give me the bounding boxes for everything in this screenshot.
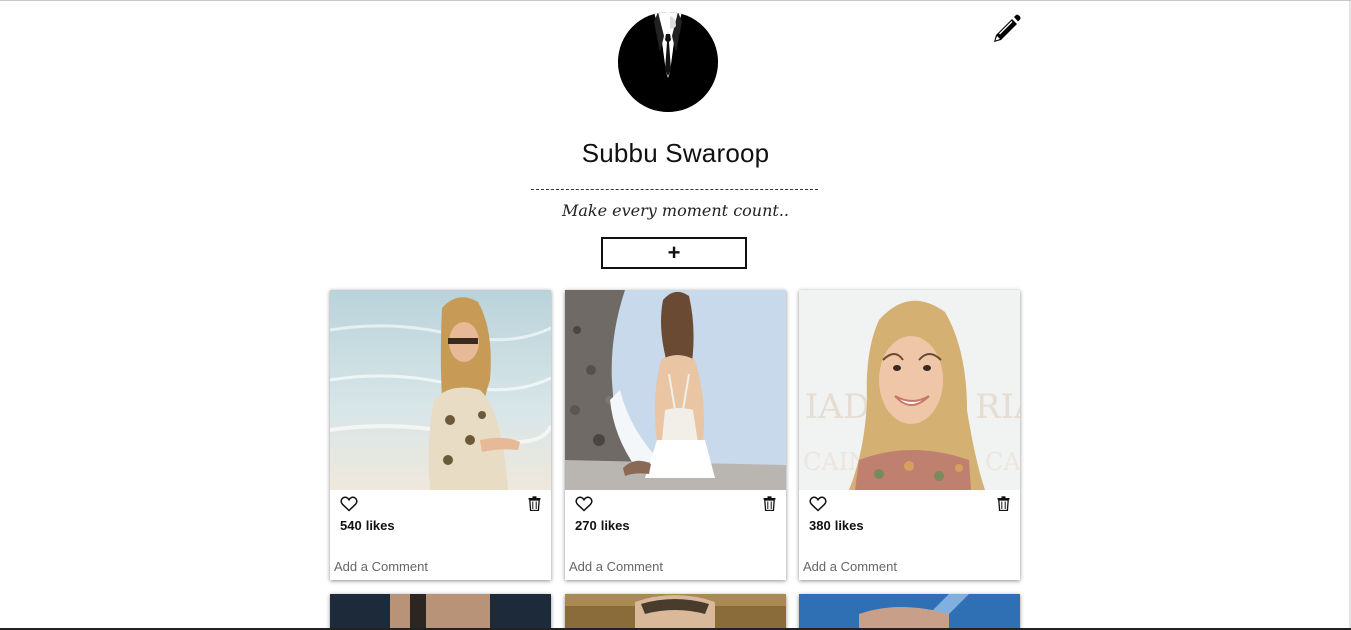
post-card-partial[interactable] — [565, 594, 786, 630]
comment-input[interactable] — [803, 556, 1013, 576]
delete-post-button[interactable] — [997, 496, 1010, 512]
profile-avatar — [618, 12, 718, 112]
delete-post-button[interactable] — [763, 496, 776, 512]
svg-text:CA: CA — [985, 448, 1020, 476]
plus-icon: + — [667, 240, 681, 265]
profile-bio: Make every moment count.. — [562, 201, 789, 220]
post-photo[interactable] — [330, 290, 551, 490]
post-card-partial[interactable] — [330, 594, 551, 630]
heart-icon — [809, 496, 827, 512]
comment-input[interactable] — [569, 556, 779, 576]
post-card: 540 likes — [330, 290, 551, 580]
heart-icon — [575, 496, 593, 512]
add-post-button[interactable]: + — [601, 237, 747, 269]
edit-profile-button[interactable] — [990, 11, 1024, 45]
delete-post-button[interactable] — [528, 496, 541, 512]
like-button[interactable] — [340, 496, 358, 512]
like-button[interactable] — [575, 496, 593, 512]
divider — [531, 189, 818, 190]
post-photo[interactable] — [565, 290, 786, 490]
pencil-icon — [994, 14, 1021, 42]
like-button[interactable] — [809, 496, 827, 512]
post-photo[interactable]: IAD RIA CAIN CA — [799, 290, 1020, 490]
heart-icon — [340, 496, 358, 512]
post-card: IAD RIA CAIN CA — [799, 290, 1020, 580]
svg-text:IAD: IAD — [805, 387, 870, 427]
post-card: 270 likes — [565, 290, 786, 580]
likes-count: 540 likes — [340, 518, 395, 533]
comment-input[interactable] — [334, 556, 544, 576]
trash-icon — [997, 496, 1010, 512]
likes-count: 380 likes — [809, 518, 864, 533]
trash-icon — [528, 496, 541, 512]
profile-page: Subbu Swaroop Make every moment count.. … — [0, 0, 1351, 630]
profile-name: Subbu Swaroop — [581, 138, 770, 168]
trash-icon — [763, 496, 776, 512]
likes-count: 270 likes — [575, 518, 630, 533]
svg-text:RIA: RIA — [975, 387, 1020, 427]
post-card-partial[interactable] — [799, 594, 1020, 630]
